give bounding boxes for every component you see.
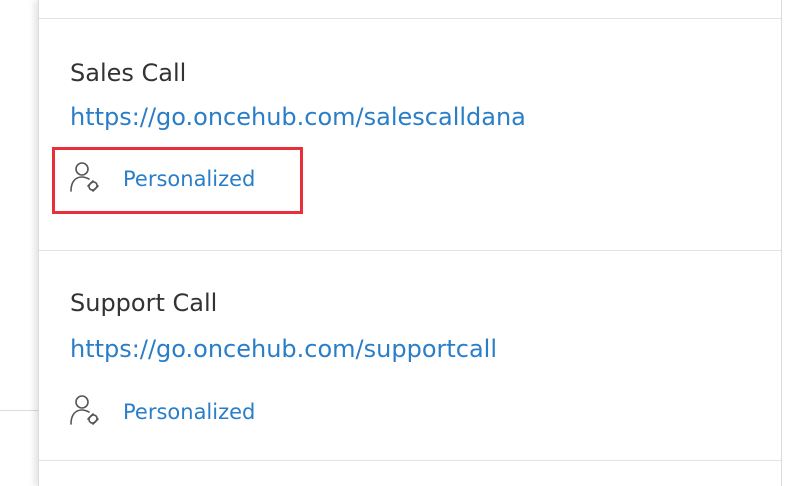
- personalized-badge[interactable]: Personalized: [67, 392, 255, 432]
- badge-label: Personalized: [123, 167, 256, 191]
- booking-page-card-support-call: Support Call https://go.oncehub.com/supp…: [39, 251, 781, 461]
- booking-page-link[interactable]: https://go.oncehub.com/salescalldana: [70, 103, 526, 131]
- user-link-icon: [70, 395, 99, 425]
- background-divider: [0, 410, 38, 411]
- booking-page-link[interactable]: https://go.oncehub.com/supportcall: [70, 335, 497, 363]
- booking-page-card-sales-call: Sales Call https://go.oncehub.com/salesc…: [39, 19, 781, 251]
- badge-label: Personalized: [123, 400, 256, 424]
- user-link-icon: [70, 162, 99, 192]
- booking-pages-panel: Sales Call https://go.oncehub.com/salesc…: [38, 0, 782, 486]
- background-strip: [0, 0, 38, 486]
- personalized-badge[interactable]: Personalized: [67, 159, 255, 199]
- card-title: Sales Call: [70, 59, 187, 87]
- card-title: Support Call: [70, 289, 218, 317]
